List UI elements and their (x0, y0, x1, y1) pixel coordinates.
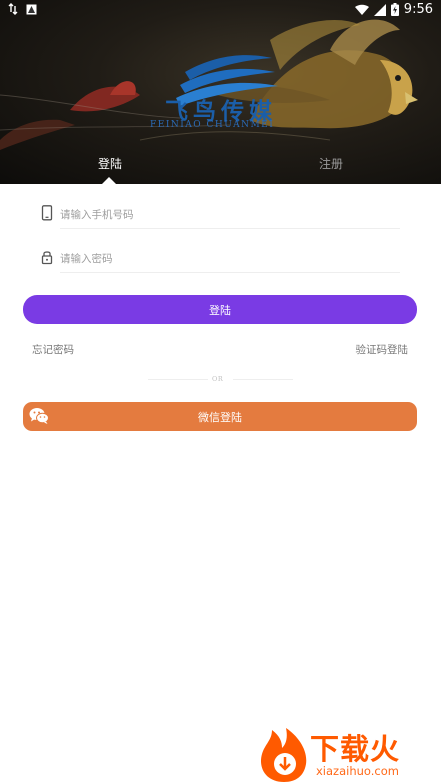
tab-register[interactable]: 注册 (319, 155, 343, 172)
login-screen: 飞鸟传媒 FEINIAO CHUANMEI 9:56 登陆 注册 请输入手机号码… (0, 0, 441, 784)
phone-icon (41, 205, 53, 221)
wechat-icon (29, 408, 49, 424)
divider-right (233, 379, 293, 380)
signal-icon (373, 3, 386, 16)
wechat-login-button[interactable]: 微信登陆 (23, 402, 417, 431)
sms-login-link[interactable]: 验证码登陆 (356, 342, 409, 357)
password-field (38, 244, 400, 278)
phone-field (38, 200, 400, 234)
fire-logo-icon (260, 728, 307, 782)
status-time: 9:56 (403, 2, 433, 17)
notification-icon (26, 4, 37, 14)
phone-underline (60, 228, 400, 229)
battery-icon (390, 3, 399, 16)
active-tab-indicator (102, 177, 116, 184)
login-button-label: 登陆 (209, 303, 231, 317)
wechat-login-label: 微信登陆 (198, 410, 242, 424)
login-button[interactable]: 登陆 (23, 295, 417, 324)
divider-left (148, 379, 208, 380)
watermark-text: 下载火 (310, 732, 401, 766)
status-bar: 9:56 (0, 0, 441, 20)
password-underline (60, 272, 400, 273)
forgot-password-link[interactable]: 忘记密码 (32, 342, 74, 357)
logo-subtext: FEINIAO CHUANMEI (150, 120, 275, 130)
data-transfer-icon (8, 3, 18, 15)
tab-login[interactable]: 登陆 (98, 155, 122, 172)
phone-input[interactable] (60, 204, 396, 226)
watermark-subtext: xiazaihuo.com (316, 764, 399, 778)
header-banner: 飞鸟传媒 FEINIAO CHUANMEI 9:56 登陆 注册 (0, 0, 441, 184)
wifi-icon (354, 4, 369, 15)
divider-or-text: OR (212, 375, 224, 383)
watermark: 下载火 xiazaihuo.com (256, 724, 441, 784)
lock-icon (41, 251, 53, 265)
password-input[interactable] (60, 248, 396, 270)
